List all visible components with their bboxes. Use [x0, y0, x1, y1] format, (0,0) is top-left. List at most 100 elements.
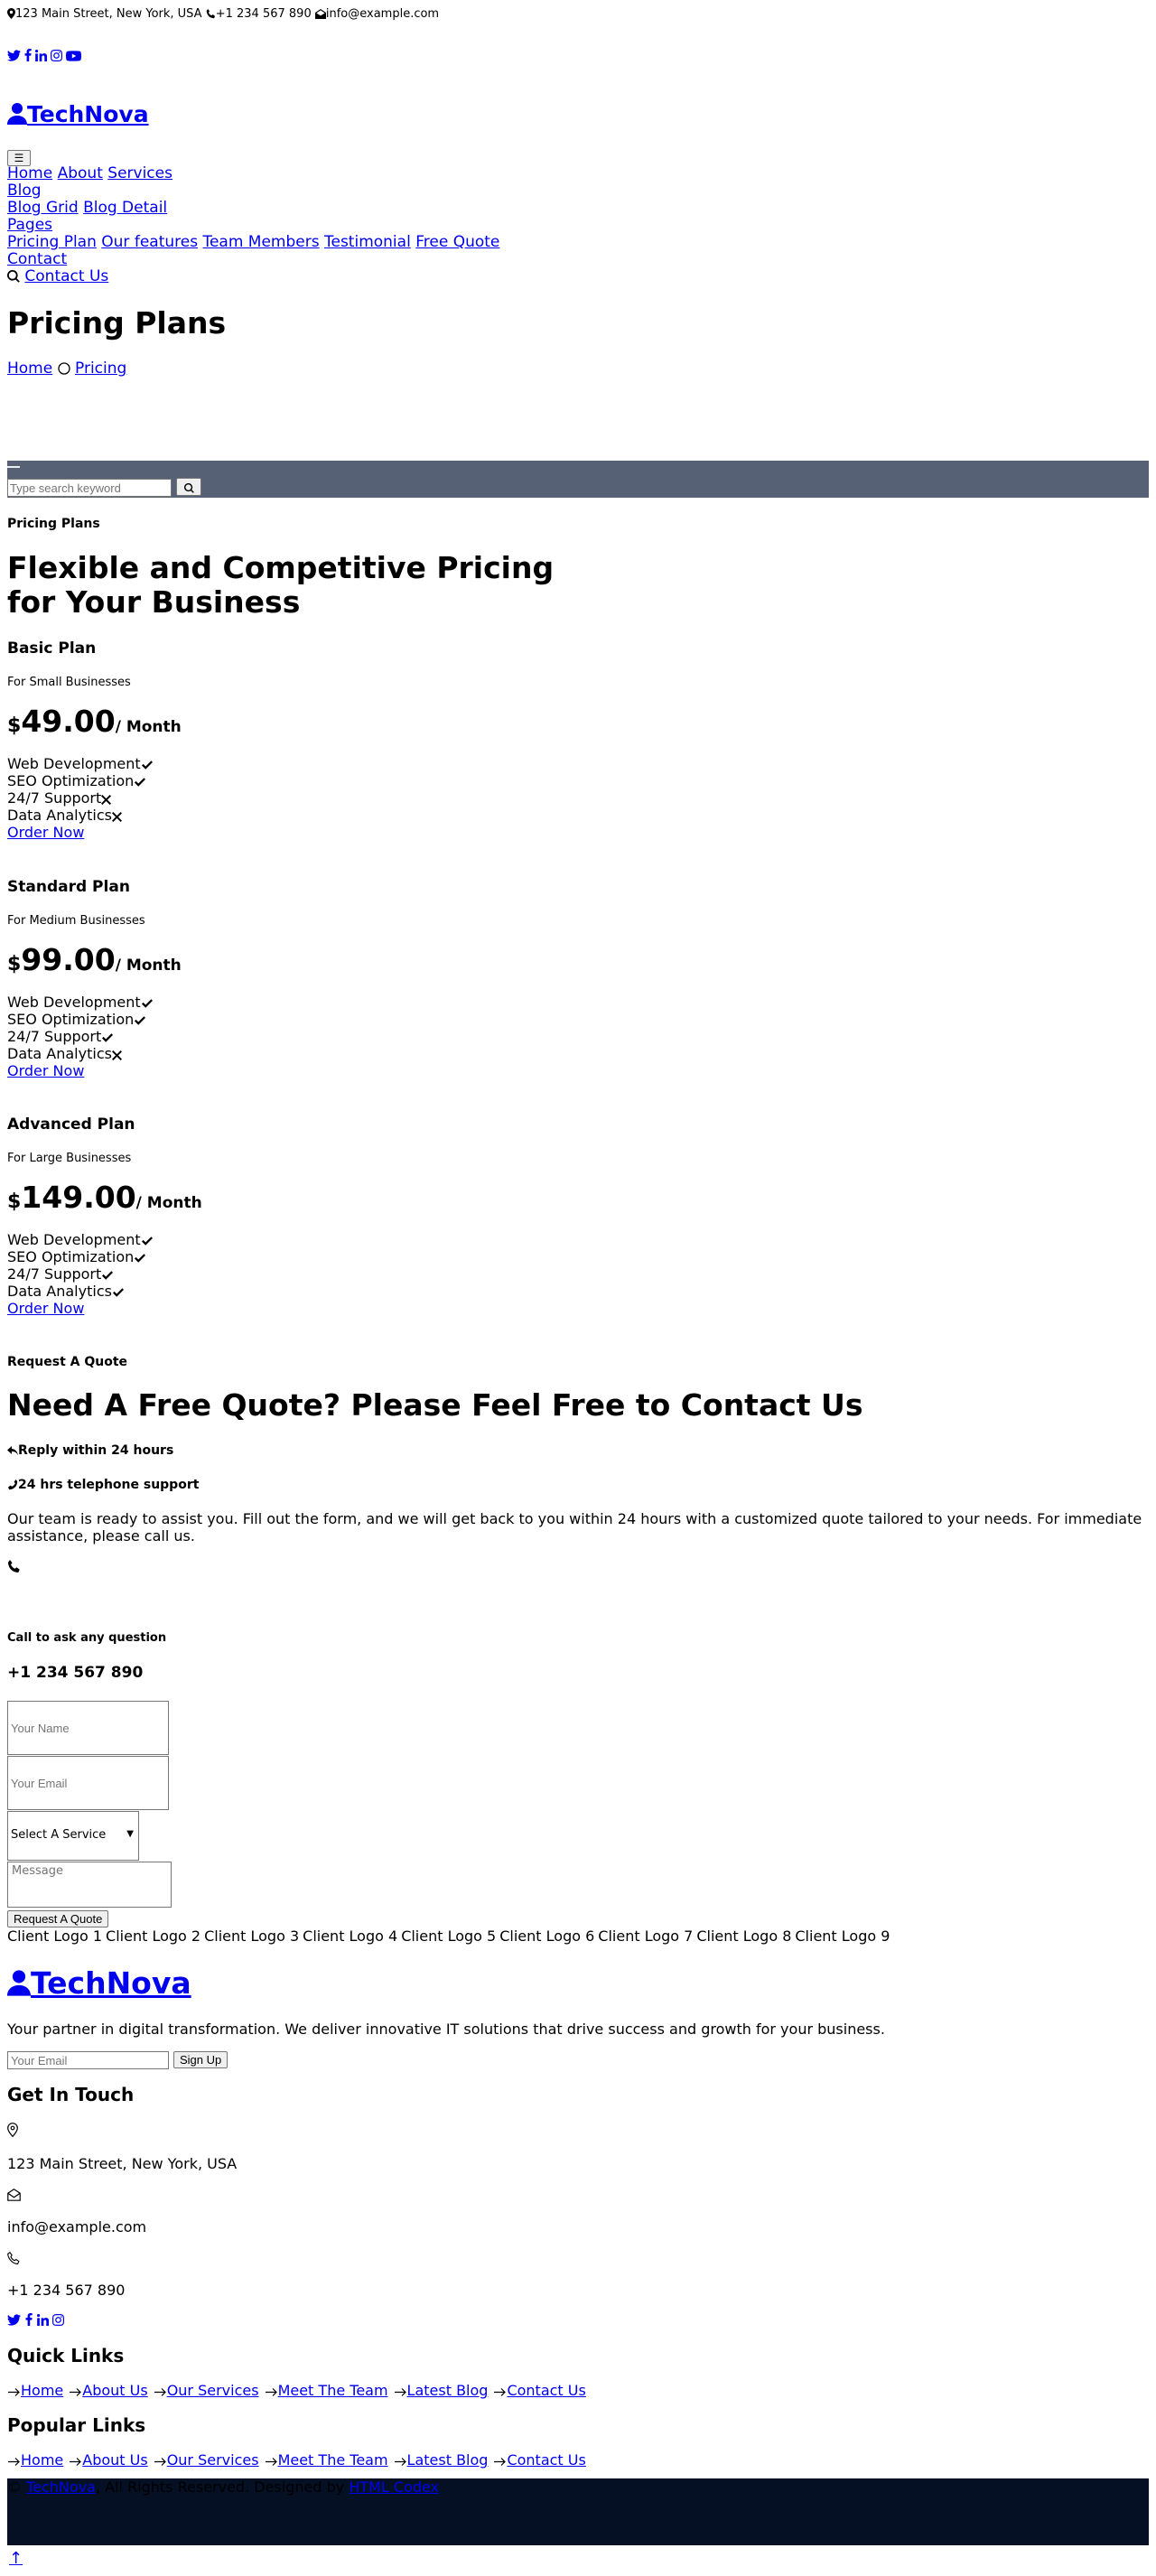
copyright-brand-link[interactable]: TechNova [26, 2478, 96, 2496]
nav-home[interactable]: Home [7, 164, 52, 182]
pricing-card: Advanced Plan For Large Businesses $149.00… [7, 1115, 202, 1317]
circle-icon [57, 359, 70, 378]
footer-link-item: Home [7, 2382, 63, 2399]
client-logo: Client Logo 6 [499, 1927, 595, 1945]
footer-brand-name: TechNova [31, 1965, 191, 2001]
reply-note: Reply within 24 hours [7, 1443, 173, 1458]
price-currency: $ [7, 714, 22, 737]
nav-free-quote[interactable]: Free Quote [415, 233, 499, 251]
top-bar: 123 Main Street, New York, USA +1 234 56… [0, 0, 1156, 27]
feature-label: 24/7 Support [7, 1028, 102, 1045]
search-icon [183, 481, 194, 494]
brand-link[interactable]: TechNova [7, 101, 149, 127]
facebook-icon[interactable] [25, 2311, 33, 2328]
plan-price: $149.00/ Month [7, 1180, 202, 1215]
brand-name: TechNova [27, 101, 149, 127]
nav-pricing-plan[interactable]: Pricing Plan [7, 233, 97, 251]
search-submit-button[interactable] [176, 478, 201, 496]
breadcrumb-home[interactable]: Home [7, 359, 52, 378]
nav-contact-us[interactable]: Contact Us [24, 267, 108, 285]
nav-pages[interactable]: Pages [7, 216, 52, 234]
footer-link-item: Meet The Team [265, 2451, 388, 2469]
footer-link-item: Contact Us [493, 2382, 586, 2399]
footer-link[interactable]: Latest Blog [407, 2451, 489, 2469]
footer-link[interactable]: Contact Us [507, 2382, 585, 2399]
footer-link[interactable]: Home [21, 2451, 63, 2469]
feature-label: Data Analytics [7, 1283, 112, 1300]
brand-logo[interactable]: TechNova [7, 101, 149, 127]
feature-label: Web Development [7, 1231, 141, 1248]
facebook-icon[interactable] [24, 47, 32, 63]
request-quote-button[interactable]: Request A Quote [7, 1910, 109, 1927]
nav-blog-detail[interactable]: Blog Detail [83, 199, 167, 217]
footer-link[interactable]: Contact Us [507, 2451, 585, 2469]
quote-name-input[interactable] [7, 1701, 169, 1755]
twitter-icon[interactable] [7, 2311, 21, 2328]
feature-label: SEO Optimization [7, 772, 135, 789]
instagram-icon[interactable] [51, 47, 62, 63]
feature-label: Web Development [7, 755, 141, 772]
footer-link[interactable]: About Us [82, 2382, 147, 2399]
quote-service-select[interactable]: Select A Service ▼ [7, 1811, 139, 1861]
order-now-button[interactable]: Order Now [7, 1062, 84, 1079]
footer-link[interactable]: Home [21, 2382, 63, 2399]
newsletter-signup-button[interactable]: Sign Up [173, 2051, 228, 2068]
envelope-open-icon [7, 2186, 21, 2203]
order-now-button[interactable]: Order Now [7, 1300, 84, 1317]
feature-item: 24/7 Support [7, 789, 182, 807]
nav-services[interactable]: Services [107, 164, 172, 182]
footer-link[interactable]: About Us [82, 2451, 147, 2469]
arrow-right-icon [265, 2451, 278, 2469]
quote-message-textarea[interactable] [7, 1862, 172, 1908]
linkedin-icon[interactable] [36, 2311, 49, 2328]
feature-item: Web Development [7, 994, 182, 1011]
check-icon [141, 1231, 154, 1248]
linkedin-icon[interactable] [35, 47, 47, 63]
arrow-right-icon [394, 2451, 407, 2469]
footer-link[interactable]: Latest Blog [407, 2382, 489, 2399]
topbar-phone: +1 234 567 890 [215, 7, 312, 21]
back-to-top-button[interactable]: ↑ [9, 2549, 23, 2568]
nav-testimonial[interactable]: Testimonial [324, 233, 411, 251]
footer-logo[interactable]: TechNova [7, 1965, 191, 2001]
times-icon [101, 789, 112, 807]
price-period: / Month [115, 957, 182, 975]
footer-link[interactable]: Our Services [167, 2382, 259, 2399]
price-amount: 99.00 [21, 942, 116, 977]
quote-email-input[interactable] [7, 1756, 169, 1810]
footer-brand-link[interactable]: TechNova [7, 1965, 191, 2001]
footer-link[interactable]: Meet The Team [278, 2382, 388, 2399]
phone-alt-icon [7, 1478, 18, 1492]
search-input[interactable] [7, 479, 172, 497]
nav-about[interactable]: About [58, 164, 103, 182]
footer-link[interactable]: Our Services [167, 2451, 259, 2469]
search-icon[interactable] [7, 267, 20, 285]
plan-name: Standard Plan [7, 878, 130, 896]
breadcrumb-current[interactable]: Pricing [75, 359, 126, 378]
instagram-icon[interactable] [52, 2311, 65, 2328]
check-icon [141, 755, 154, 772]
youtube-icon[interactable] [66, 47, 81, 63]
feature-label: Data Analytics [7, 807, 112, 824]
designer-link[interactable]: HTML Codex [349, 2478, 439, 2496]
arrow-right-icon [154, 2382, 167, 2399]
footer-link-item: Latest Blog [394, 2451, 489, 2469]
close-icon[interactable] [7, 466, 20, 468]
twitter-icon[interactable] [7, 47, 21, 63]
nav-blog[interactable]: Blog [7, 182, 42, 200]
footer-link[interactable]: Meet The Team [278, 2451, 388, 2469]
feature-item: Web Development [7, 755, 182, 772]
nav-our-features[interactable]: Our features [101, 233, 198, 251]
order-now-button[interactable]: Order Now [7, 824, 84, 841]
newsletter-email-input[interactable] [7, 2051, 169, 2069]
call-label: Call to ask any question [7, 1631, 167, 1645]
copyright-text: © TechNova, All Rights Reserved. Designe… [7, 2478, 439, 2496]
nav-team-members[interactable]: Team Members [202, 233, 319, 251]
nav-contact[interactable]: Contact [7, 250, 67, 268]
nav-blog-grid[interactable]: Blog Grid [7, 199, 79, 217]
price-amount: 149.00 [21, 1180, 136, 1215]
quote-subtitle: Request A Quote [7, 1355, 128, 1369]
check-icon [112, 1283, 125, 1300]
bars-icon: ☰ [14, 152, 24, 164]
check-icon [101, 1028, 114, 1045]
